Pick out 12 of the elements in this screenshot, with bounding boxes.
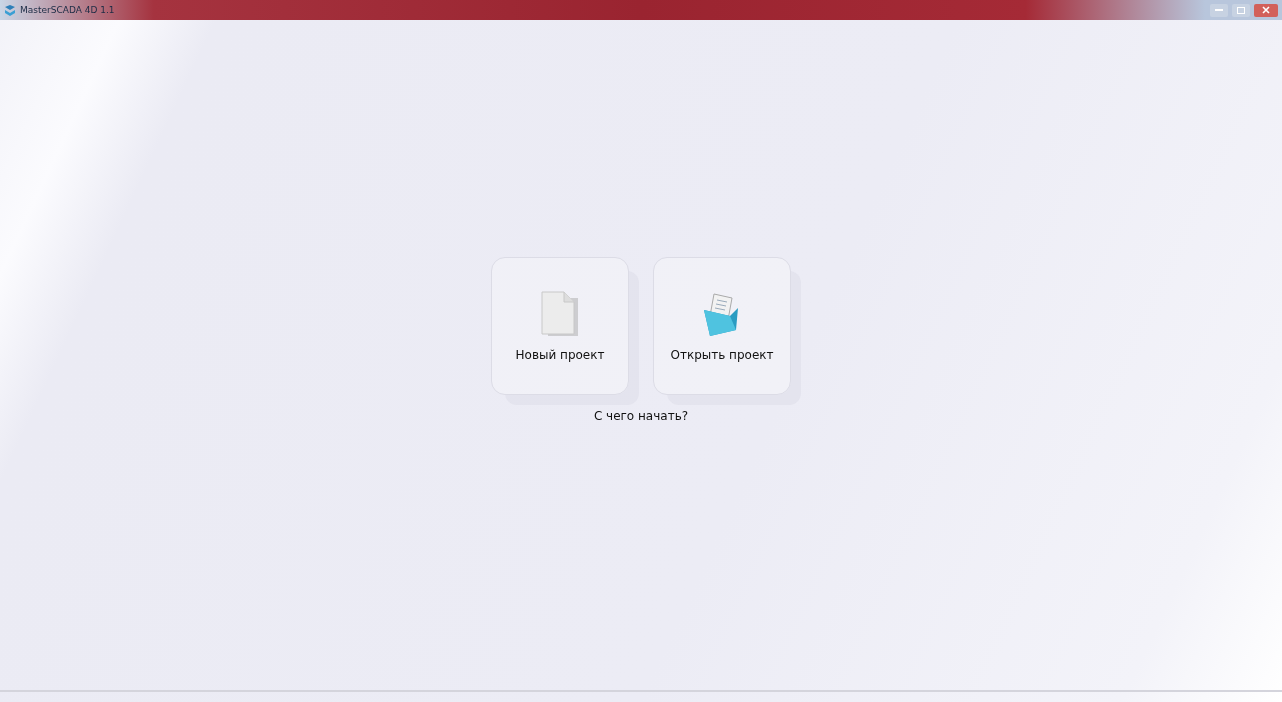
- getting-started-link[interactable]: С чего начать?: [593, 409, 689, 423]
- document-icon: [540, 290, 580, 338]
- new-project-tile[interactable]: Новый проект: [491, 257, 629, 395]
- app-logo-icon: [4, 4, 16, 16]
- close-button[interactable]: [1254, 3, 1278, 17]
- close-icon: [1262, 6, 1270, 14]
- window-title: MasterSCADA 4D 1.1: [20, 5, 115, 15]
- maximize-button[interactable]: [1232, 3, 1250, 17]
- minimize-button[interactable]: [1210, 3, 1228, 17]
- open-project-tile[interactable]: Открыть проект: [653, 257, 791, 395]
- maximize-icon: [1237, 6, 1245, 14]
- minimize-icon: [1215, 8, 1223, 12]
